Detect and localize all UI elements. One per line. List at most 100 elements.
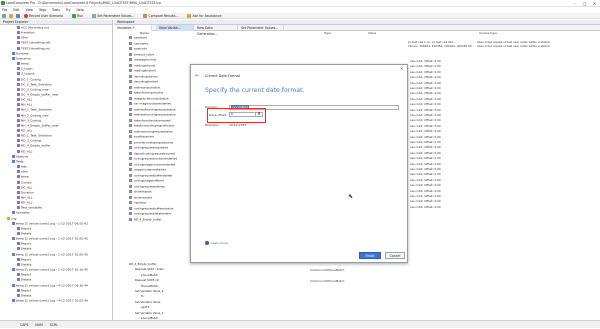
variable-row[interactable]: addressfoundingrequestvalue bbox=[129, 107, 176, 112]
open-icon[interactable] bbox=[9, 14, 13, 18]
tree-item[interactable]: Runtime bbox=[12, 52, 29, 56]
variable-row[interactable]: inputbox bbox=[129, 201, 146, 205]
tree-item[interactable]: NH_ALL bbox=[17, 196, 32, 200]
variable-row[interactable]: messagecontrol bbox=[129, 58, 156, 62]
tree-item[interactable]: temp [1 virtual users] Log - 4-12-2017 1… bbox=[12, 299, 88, 303]
tab-view-variables[interactable]: View Variab... bbox=[156, 25, 194, 31]
lower-tree-row[interactable]: Request 0001 (1/42) bbox=[135, 268, 164, 271]
variable-row[interactable]: codingrequestcontainerstarted bbox=[129, 157, 177, 161]
tree-item[interactable]: RD_ALL bbox=[17, 129, 32, 133]
set-params-icon[interactable] bbox=[92, 14, 97, 18]
tree-item[interactable]: 1_Login bbox=[17, 67, 33, 71]
run-button[interactable]: Run bbox=[77, 14, 83, 18]
finish-button[interactable]: Finish bbox=[359, 252, 381, 259]
tab-new-data-generation[interactable]: New Data Generation... bbox=[194, 25, 238, 36]
tree-item[interactable]: RD_4_Empty_buffer bbox=[17, 144, 50, 148]
variable-row[interactable]: depositcodingrequestrequest bbox=[129, 151, 175, 156]
compare-icon[interactable] bbox=[143, 14, 148, 18]
column-value[interactable]: Value bbox=[368, 31, 376, 35]
record-icon[interactable] bbox=[23, 14, 28, 18]
column-type[interactable]: Type bbox=[324, 31, 331, 35]
tree-item[interactable]: TEST (throttling on) bbox=[17, 46, 50, 51]
tree-item[interactable]: Log bbox=[7, 216, 16, 221]
set-params-button[interactable]: Set Parameter Values... bbox=[97, 14, 134, 18]
minimize-button[interactable]: – bbox=[570, 0, 579, 7]
tree-item[interactable]: temp [1 virtual users] Log - 1-12-2017 0… bbox=[12, 221, 88, 226]
variable-row[interactable]: postcode bbox=[129, 47, 147, 51]
tree-item[interactable]: RD_ALL bbox=[17, 201, 32, 205]
lower-tree-row[interactable]: phoneMatch bbox=[141, 273, 158, 277]
tree-item[interactable]: Details bbox=[17, 232, 31, 236]
tree-item[interactable]: Variables bbox=[12, 211, 30, 215]
lower-tree-row[interactable]: Set Variable Value bbox=[135, 300, 160, 304]
tree-item[interactable]: temp [1 virtual users] Log - 1-12-2017 1… bbox=[12, 268, 88, 272]
ask-assistance-button[interactable]: Ask for Assistance bbox=[192, 14, 221, 18]
variable-row[interactable]: postfaxsender bbox=[129, 135, 154, 139]
variable-row[interactable]: takenfromdisvaluerequest bbox=[129, 118, 171, 123]
variable-row[interactable]: addressinputvalue bbox=[129, 85, 160, 90]
variable-row[interactable]: codingrequestbufferedvalue bbox=[129, 206, 173, 211]
variable-row[interactable]: codingimagecontainerstarted bbox=[129, 162, 175, 167]
menu-file[interactable]: File bbox=[2, 8, 7, 12]
tree-item[interactable]: Test_variables bbox=[17, 206, 42, 210]
tree-item[interactable]: DC_ALL bbox=[17, 185, 32, 190]
variable-row[interactable]: decodinginterval bbox=[129, 74, 158, 79]
tree-item[interactable]: TEST (throttling off) bbox=[17, 41, 51, 45]
variable-row[interactable]: addressfoundingrequestvalue bbox=[129, 113, 176, 117]
menu-tags[interactable]: Tags bbox=[39, 8, 46, 12]
menu-tools[interactable]: Tools bbox=[52, 8, 60, 12]
tree-item[interactable]: Details bbox=[17, 247, 31, 251]
tree-item[interactable]: ACC (throttling on) bbox=[17, 26, 49, 30]
record-button[interactable]: Record User Scenario bbox=[29, 14, 63, 18]
variable-row[interactable]: takenfrominputvalue bbox=[129, 91, 163, 95]
cancel-button[interactable]: Cancel bbox=[385, 252, 405, 259]
tree-item[interactable]: DC_ALL bbox=[17, 98, 32, 102]
variable-row[interactable]: providercodingrequestvalue bbox=[129, 140, 173, 145]
maximize-button[interactable]: □ bbox=[580, 0, 589, 7]
tree-item[interactable]: Combo bbox=[17, 180, 32, 185]
menu-help[interactable]: Help bbox=[77, 8, 84, 12]
tree-item[interactable]: RD_1_Task_Selection bbox=[17, 134, 52, 138]
menu-edit[interactable]: Edit bbox=[13, 8, 19, 12]
menu-view[interactable]: View bbox=[25, 8, 33, 12]
tree-item[interactable]: Report bbox=[17, 288, 31, 293]
variable-row[interactable]: showdeposit bbox=[129, 190, 152, 194]
tree-item[interactable]: temp bbox=[17, 62, 29, 66]
variable-row[interactable]: takefromcodingrequestvalue bbox=[129, 124, 174, 128]
variable-row[interactable]: codingrequestaddress bbox=[129, 184, 165, 189]
tree-item[interactable]: Report bbox=[17, 242, 31, 246]
lower-tree-row[interactable]: f1 bbox=[141, 295, 144, 298]
learn-more-link[interactable]: Learn more bbox=[205, 241, 228, 245]
tree-item[interactable]: DC_4_Empty_buffer_new bbox=[17, 93, 58, 97]
tree-item[interactable]: Details bbox=[17, 294, 31, 298]
tree-item[interactable]: temp [1 virtual users] Log - 1-12-2017 1… bbox=[12, 237, 88, 241]
tree-item[interactable]: 2_Logout bbox=[17, 72, 35, 76]
variable-row[interactable]: codingrequestdatafeeders bbox=[129, 212, 171, 216]
offset-spinner[interactable]: ▲ ▼ bbox=[255, 111, 262, 117]
tree-item[interactable]: Ohio bbox=[17, 36, 28, 40]
tree-item[interactable]: Scenarios bbox=[12, 57, 31, 61]
close-icon[interactable]: ✕ bbox=[400, 66, 403, 71]
variable-row[interactable]: codingrequestrequested bbox=[129, 146, 168, 150]
lower-tree-row[interactable]: Request 0005 (2) bbox=[135, 279, 159, 282]
tree-item[interactable]: Report bbox=[17, 227, 31, 231]
back-arrow-icon[interactable]: ← bbox=[195, 73, 199, 79]
tree-item[interactable]: temp [1 virtual users] Log - 4-12-2017 0… bbox=[12, 283, 88, 288]
tree-item[interactable]: Report bbox=[17, 258, 31, 262]
tree-item[interactable]: RD_3_Coding bbox=[17, 139, 41, 143]
tree-item[interactable]: NH_2_Coding_new bbox=[17, 113, 49, 118]
tree-item[interactable]: temp bbox=[17, 175, 29, 179]
lower-tree-row[interactable]: Set Variable Value_1 bbox=[135, 311, 164, 315]
lower-tree-row[interactable]: RD_4_Empty_buffer bbox=[129, 263, 156, 266]
new-icon[interactable] bbox=[2, 14, 6, 18]
tree-item[interactable]: NH_3_Coding bbox=[17, 118, 41, 123]
variable-row[interactable]: RD_4_Empty_buffer bbox=[129, 217, 161, 222]
tree-item[interactable]: Frankfurt bbox=[17, 31, 35, 35]
lower-tree-row[interactable]: PhoneMatch bbox=[141, 284, 158, 288]
tree-item[interactable]: fast bbox=[17, 165, 27, 169]
tree-item[interactable]: slow bbox=[17, 170, 28, 174]
column-access-type[interactable]: Access type bbox=[479, 31, 497, 35]
tree-item[interactable]: DC_2_Task_Selection bbox=[17, 82, 52, 87]
spin-down-icon[interactable]: ▼ bbox=[256, 113, 262, 116]
tree-item[interactable]: DC_1_Coding bbox=[17, 77, 41, 82]
